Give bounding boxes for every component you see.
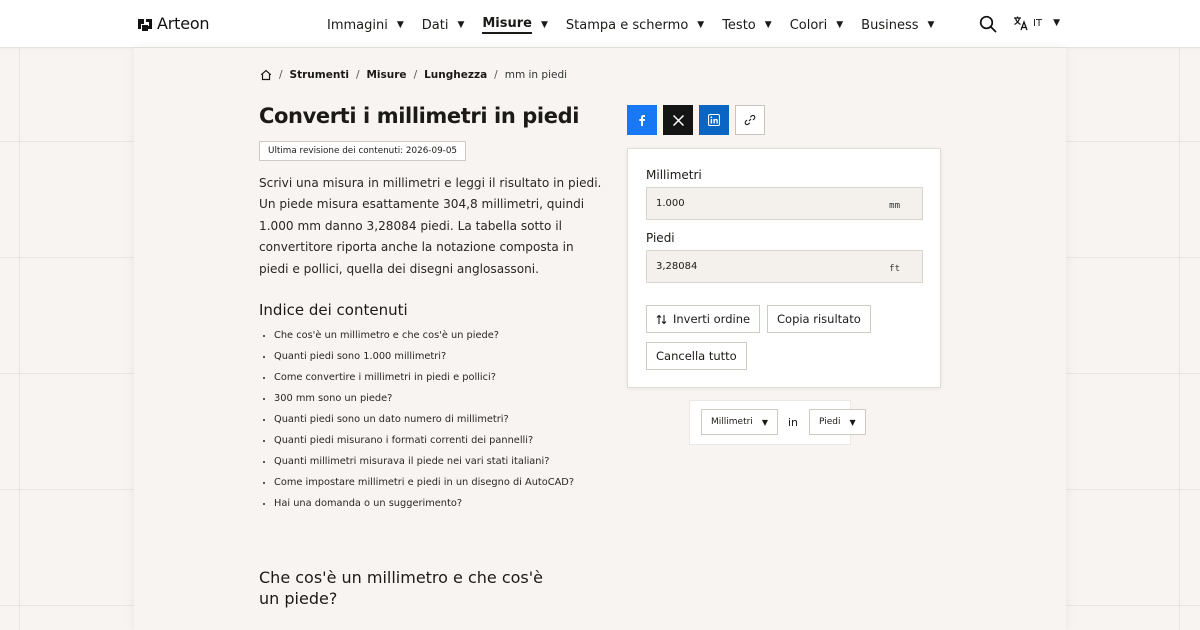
unit-selector-bar: Millimetri ▼ in Piedi ▼ xyxy=(689,400,866,445)
brand-name: Arteon xyxy=(157,14,210,33)
top-navigation-bar: Arteon Immagini ▼ Dati ▼ Misure ▼ Stampa… xyxy=(0,0,1200,48)
language-code: IT xyxy=(1033,17,1043,29)
nav-item-dati[interactable]: Dati ▼ xyxy=(422,16,465,34)
main-content: / Strumenti / Misure / Lunghezza / mm in… xyxy=(134,48,1066,630)
breadcrumb-link-lunghezza[interactable]: Lunghezza xyxy=(424,69,487,81)
chevron-down-icon: ▼ xyxy=(541,20,548,30)
page-title: Converti i millimetri in piedi xyxy=(259,104,580,128)
from-unit-value: Millimetri xyxy=(711,417,753,427)
breadcrumb-current: mm in piedi xyxy=(504,69,568,81)
millimetri-input[interactable] xyxy=(656,198,856,209)
toc-link[interactable]: Che cos'è un millimetro e che cos'è un p… xyxy=(274,329,574,350)
breadcrumb-separator: / xyxy=(413,69,418,81)
nav-item-label: Dati xyxy=(421,17,449,33)
nav-item-label: Testo xyxy=(722,17,756,33)
brand-logo[interactable]: Arteon xyxy=(137,14,210,33)
toc-link[interactable]: Quanti piedi sono 1.000 millimetri? xyxy=(274,350,574,371)
section-heading: Che cos'è un millimetro e che cos'è un p… xyxy=(259,568,543,608)
toc-link[interactable]: Come impostare millimetri e piedi in un … xyxy=(274,476,574,497)
toc-link[interactable]: 300 mm sono un piede? xyxy=(274,392,574,413)
from-unit-select[interactable]: Millimetri ▼ xyxy=(701,409,778,435)
millimetri-label: Millimetri xyxy=(646,168,702,182)
copy-link-button[interactable] xyxy=(735,105,765,135)
selector-connector: in xyxy=(788,416,799,429)
nav-item-label: Misure xyxy=(482,16,532,34)
breadcrumb-link-strumenti[interactable]: Strumenti xyxy=(290,69,349,81)
breadcrumb-separator: / xyxy=(279,69,283,81)
chevron-down-icon: ▼ xyxy=(457,20,465,30)
swap-order-label: Inverti ordine xyxy=(673,312,751,326)
chevron-down-icon: ▼ xyxy=(697,20,705,30)
nav-item-label: Immagini xyxy=(327,17,388,33)
chevron-down-icon: ▼ xyxy=(849,417,856,427)
chevron-down-icon: ▼ xyxy=(396,20,404,30)
x-icon xyxy=(672,114,684,126)
piedi-field: ft xyxy=(646,250,923,283)
language-selector[interactable]: IT ▼ xyxy=(1013,15,1060,31)
chevron-down-icon: ▼ xyxy=(764,20,772,30)
ft-unit: ft xyxy=(889,264,900,274)
chevron-down-icon: ▼ xyxy=(927,20,935,30)
link-icon xyxy=(744,114,756,126)
chevron-down-icon: ▼ xyxy=(836,20,844,30)
chevron-down-icon: ▼ xyxy=(761,417,768,427)
share-x-button[interactable] xyxy=(663,105,693,135)
swap-order-button[interactable]: Inverti ordine xyxy=(646,305,761,333)
breadcrumb-separator: / xyxy=(494,69,498,81)
nav-item-colori[interactable]: Colori ▼ xyxy=(790,16,843,34)
nav-item-label: Stampa e schermo xyxy=(565,17,689,33)
intro-paragraph: Scrivi una misura in millimetri e leggi … xyxy=(259,176,602,276)
toc-link[interactable]: Come convertire i millimetri in piedi e … xyxy=(274,371,574,392)
toc-title: Indice dei contenuti xyxy=(259,301,408,319)
converter-panel: Millimetri mm Piedi ft Inverti ordine Co… xyxy=(627,148,941,388)
facebook-icon xyxy=(639,115,645,126)
piedi-input[interactable] xyxy=(656,261,856,272)
toc-link[interactable]: Quanti millimetri misurava il piede nei … xyxy=(274,455,574,476)
translate-icon xyxy=(1014,16,1028,31)
share-linkedin-button[interactable] xyxy=(699,105,729,135)
share-facebook-button[interactable] xyxy=(627,105,657,135)
millimetri-field: mm xyxy=(646,187,923,220)
chevron-down-icon: ▼ xyxy=(1053,18,1060,28)
linkedin-icon xyxy=(708,114,720,126)
clear-all-button[interactable]: Cancella tutto xyxy=(646,342,747,370)
nav-item-label: Colori xyxy=(789,17,828,33)
main-nav: Immagini ▼ Dati ▼ Misure ▼ Stampa e sche… xyxy=(327,16,952,34)
copy-result-button[interactable]: Copia risultato xyxy=(767,305,871,333)
breadcrumb-link-misure[interactable]: Misure xyxy=(366,69,406,81)
to-unit-value: Piedi xyxy=(819,417,841,427)
nav-item-immagini[interactable]: Immagini ▼ xyxy=(327,16,404,34)
logo-mark-icon xyxy=(138,18,152,31)
nav-item-label: Business xyxy=(861,17,919,33)
piedi-label: Piedi xyxy=(646,231,675,245)
nav-item-testo[interactable]: Testo ▼ xyxy=(722,16,771,34)
to-unit-select[interactable]: Piedi ▼ xyxy=(809,409,866,435)
toc-link[interactable]: Quanti piedi sono un dato numero di mill… xyxy=(274,413,574,434)
breadcrumb-separator: / xyxy=(355,69,360,81)
mm-unit: mm xyxy=(889,201,900,211)
nav-item-misure[interactable]: Misure ▼ xyxy=(482,16,548,34)
breadcrumb: / Strumenti / Misure / Lunghezza / mm in… xyxy=(260,69,567,81)
nav-item-business[interactable]: Business ▼ xyxy=(861,16,934,34)
search-icon[interactable] xyxy=(979,15,997,33)
toc-link[interactable]: Hai una domanda o un suggerimento? xyxy=(274,497,574,518)
share-bar xyxy=(627,105,765,135)
toc-link[interactable]: Quanti piedi misurano i formati correnti… xyxy=(274,434,574,455)
nav-item-stampa-e-schermo[interactable]: Stampa e schermo ▼ xyxy=(566,16,704,34)
revision-badge: Ultima revisione dei contenuti: 2026-09-… xyxy=(259,141,467,161)
swap-icon xyxy=(656,314,667,324)
table-of-contents: Che cos'è un millimetro e che cos'è un p… xyxy=(274,329,574,518)
home-icon[interactable] xyxy=(260,69,272,81)
